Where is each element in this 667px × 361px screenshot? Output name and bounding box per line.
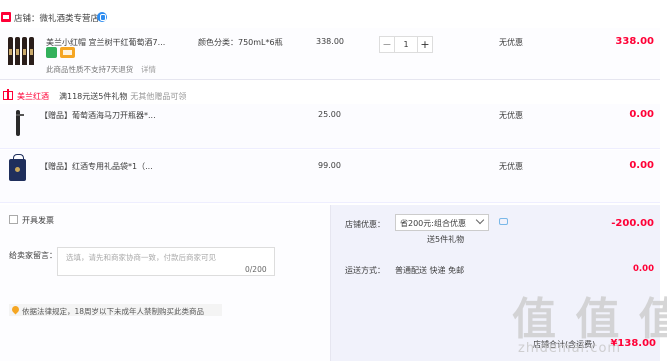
law-notice-text: 依据法律规定，18周岁以下未成年人禁制购买此类商品 bbox=[22, 307, 205, 316]
product-sku: 颜色分类：750mL*6瓶 bbox=[198, 38, 283, 47]
shipping-label: 运送方式： bbox=[345, 266, 385, 275]
coupon-sub: 送5件礼物 bbox=[427, 235, 465, 244]
gift-discount: 无优惠 bbox=[499, 111, 523, 120]
gift-item: 【赠品】葡萄酒海马刀开瓶器*... 25.00 无优惠 0.00 bbox=[0, 104, 660, 149]
card-badge-icon bbox=[60, 47, 75, 58]
gift-total: 0.00 bbox=[629, 160, 654, 171]
gift-total: 0.00 bbox=[629, 109, 654, 120]
gift-title[interactable]: 【赠品】葡萄酒海马刀开瓶器*... bbox=[40, 110, 156, 121]
quantity-stepper: − 1 + bbox=[379, 36, 441, 53]
gift-bag-image[interactable] bbox=[9, 154, 26, 181]
message-label: 给卖家留言： bbox=[9, 251, 57, 260]
invoice-label[interactable]: 开具发票 bbox=[22, 215, 54, 226]
gift-icon bbox=[3, 89, 13, 100]
gift-item: 【赠品】红酒专用礼品袋*1（... 99.00 无优惠 0.00 bbox=[0, 150, 660, 203]
message-placeholder: 选填，请先和商家协商一致，付款后商家可见 bbox=[66, 253, 216, 262]
unit-price: 338.00 bbox=[316, 37, 344, 46]
shipping-amount: 0.00 bbox=[633, 264, 654, 274]
cart-item: 美兰小红帽 宜兰树干红葡萄酒7... 颜色分类：750mL*6瓶 此商品性质不支… bbox=[0, 28, 660, 80]
item-total: 338.00 bbox=[615, 36, 654, 47]
watermark-logo: 值 值 值 bbox=[512, 294, 667, 345]
opener-image[interactable] bbox=[13, 110, 24, 138]
wangwang-chat-icon[interactable] bbox=[97, 12, 107, 22]
shop-icon bbox=[1, 12, 11, 22]
coupon-value: 省200元:组合优惠 bbox=[400, 219, 466, 228]
invoice-checkbox[interactable] bbox=[9, 215, 18, 224]
shop-header: 店铺：微礼酒类专营店 bbox=[0, 8, 667, 26]
promotion-desc: 满118元送5件礼物 无其他赠品可领 bbox=[59, 92, 187, 101]
shop-name[interactable]: 店铺：微礼酒类专营店 bbox=[14, 12, 99, 24]
decrease-button[interactable]: − bbox=[379, 36, 395, 53]
discount-text: 无优惠 bbox=[499, 38, 523, 47]
comment-icon[interactable] bbox=[499, 218, 508, 225]
promotion-shop: 美兰红酒 bbox=[17, 92, 49, 101]
gift-price: 99.00 bbox=[318, 161, 341, 170]
shipping-value: 普通配送 快递 免邮 bbox=[395, 266, 465, 275]
quantity-input[interactable]: 1 bbox=[395, 36, 417, 53]
promotion-bar: 美兰红酒 满118元送5件礼物 无其他赠品可领 bbox=[0, 88, 660, 104]
return-notice-link[interactable]: 详情 bbox=[141, 64, 156, 75]
gift-title[interactable]: 【赠品】红酒专用礼品袋*1（... bbox=[40, 161, 153, 172]
increase-button[interactable]: + bbox=[417, 36, 433, 53]
coupon-label: 店铺优惠： bbox=[345, 220, 385, 229]
gift-price: 25.00 bbox=[318, 110, 341, 119]
gift-discount: 无优惠 bbox=[499, 162, 523, 171]
message-counter: 0/200 bbox=[245, 265, 267, 274]
return-notice: 此商品性质不支持7天退货 bbox=[46, 65, 134, 74]
service-badge-icon bbox=[46, 47, 57, 58]
watermark-url: zhidemai.com bbox=[518, 341, 622, 356]
coupon-amount: -200.00 bbox=[611, 218, 654, 229]
order-options-panel bbox=[0, 205, 330, 361]
product-image[interactable] bbox=[8, 33, 34, 65]
